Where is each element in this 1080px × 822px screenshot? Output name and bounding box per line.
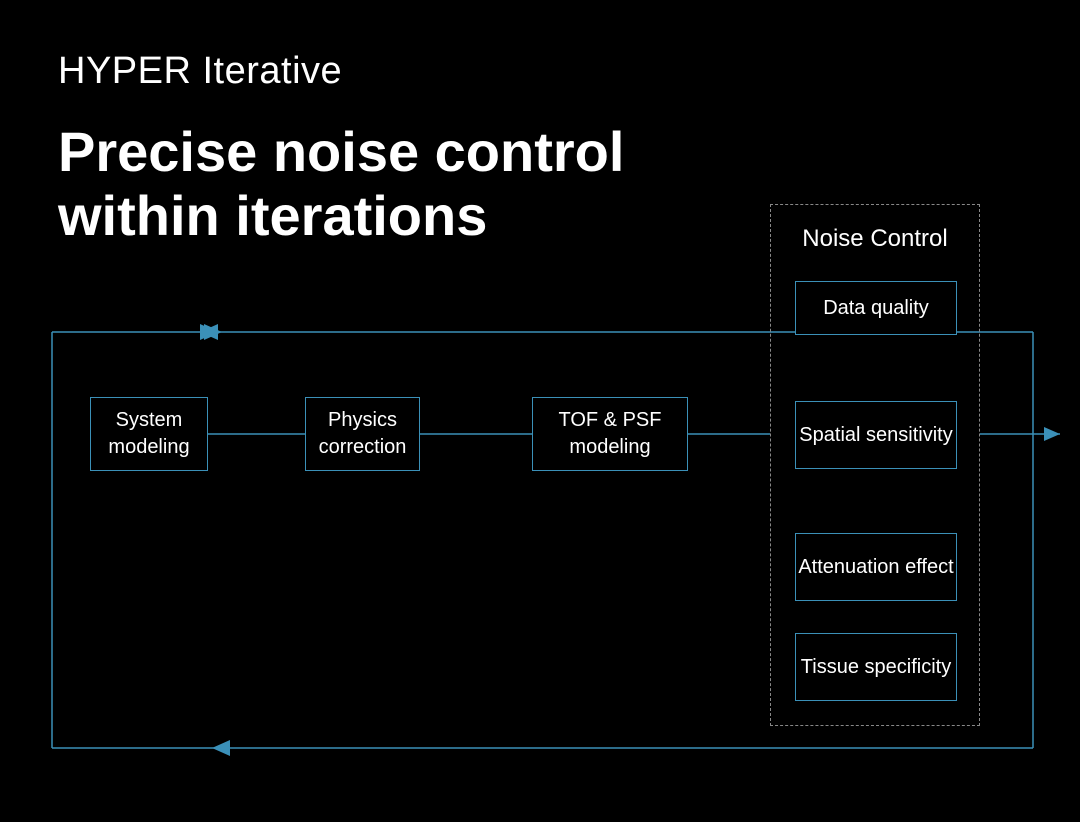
nc-box-label: Attenuation effect [798,554,953,580]
box-label: System modeling [99,407,199,461]
box-label: Physics correction [314,407,411,461]
nc-box-attenuation-effect: Attenuation effect [795,533,957,601]
nc-box-label: Data quality [823,295,929,321]
nc-box-spatial-sensitivity: Spatial sensitivity [795,401,957,469]
diagram-canvas: HYPER Iterative Precise noise control wi… [0,0,1080,822]
noise-control-container: Noise Control Data quality Spatial sensi… [770,204,980,726]
nc-box-data-quality: Data quality [795,281,957,335]
box-system-modeling: System modeling [90,397,208,471]
nc-box-label: Spatial sensitivity [799,422,952,448]
box-physics-correction: Physics correction [305,397,420,471]
headline: Precise noise control within iterations [58,120,624,249]
nc-box-label: Tissue specificity [801,654,951,680]
noise-control-title: Noise Control [771,225,979,253]
nc-box-tissue-specificity: Tissue specificity [795,633,957,701]
box-tof-psf-modeling: TOF & PSF modeling [532,397,688,471]
headline-line-2: within iterations [58,184,487,247]
headline-line-1: Precise noise control [58,120,624,183]
box-label: TOF & PSF modeling [541,407,679,461]
subtitle: HYPER Iterative [58,50,342,93]
